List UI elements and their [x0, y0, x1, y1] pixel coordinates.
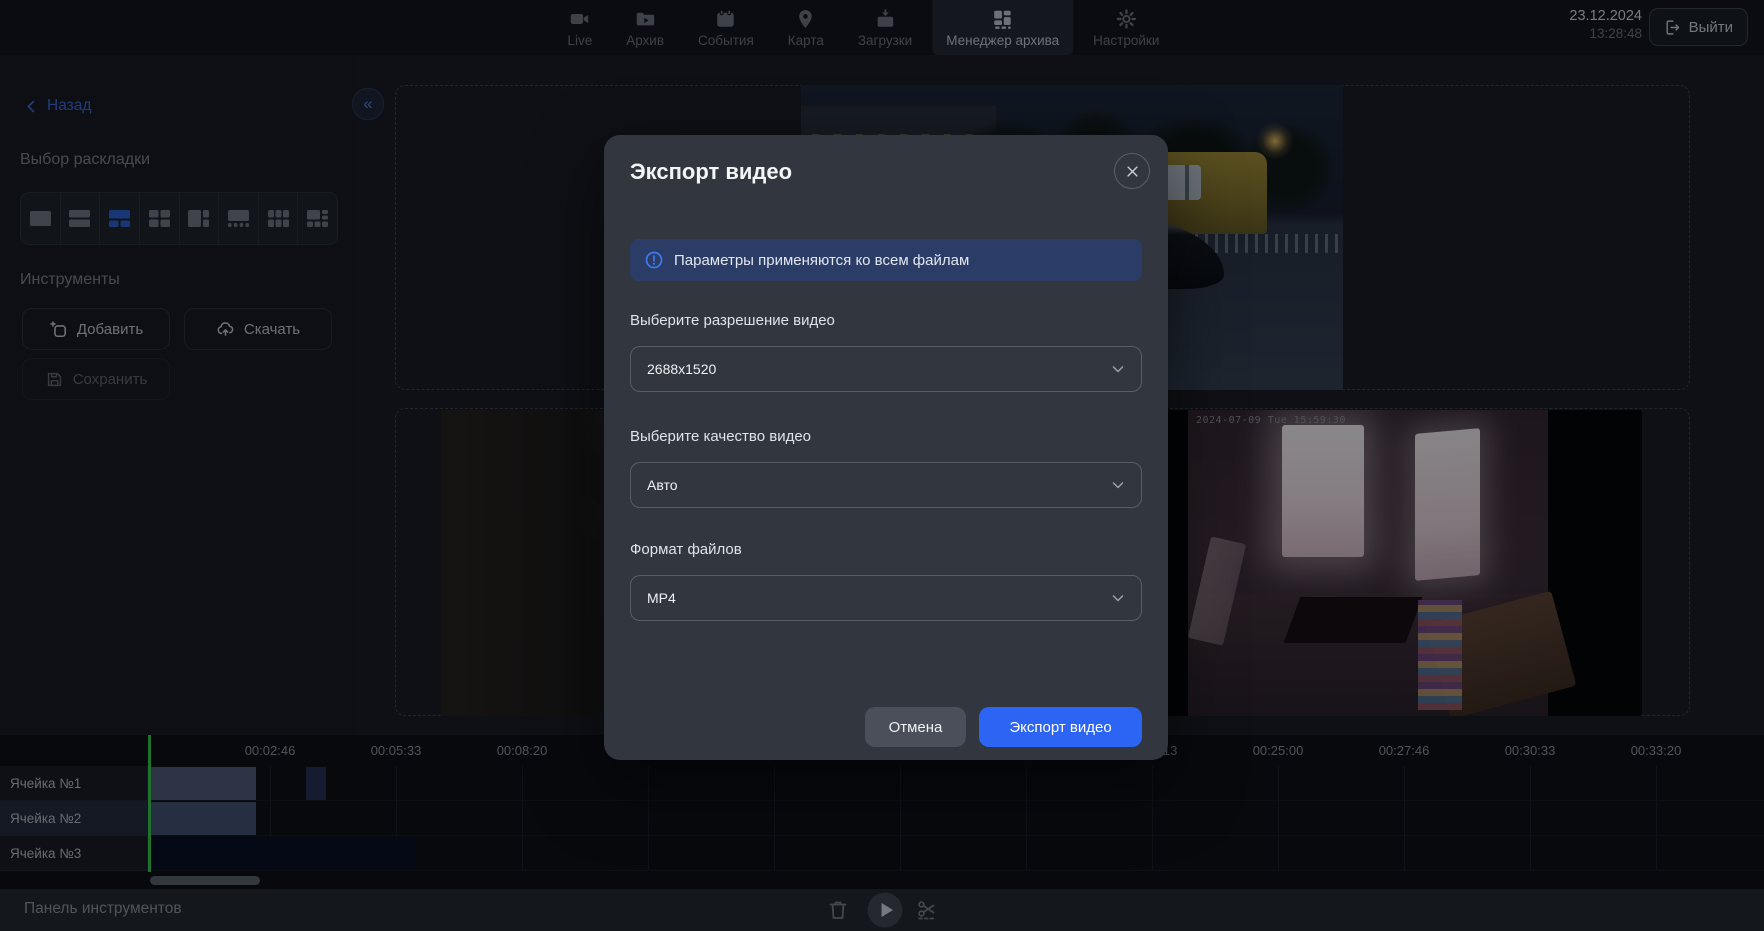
- chevron-down-icon: [1109, 589, 1127, 607]
- modal-field-group: Выберите разрешение видео2688x1520: [630, 312, 1142, 329]
- select-field-0[interactable]: 2688x1520: [630, 346, 1142, 392]
- field-label: Формат файлов: [630, 541, 1142, 558]
- chevron-down-icon: [1109, 360, 1127, 378]
- close-icon: [1125, 164, 1140, 179]
- select-field-2[interactable]: MP4: [630, 575, 1142, 621]
- info-icon: [644, 250, 664, 270]
- chevron-down-icon: [1109, 476, 1127, 494]
- cancel-button[interactable]: Отмена: [865, 707, 966, 747]
- select-value: MP4: [647, 590, 676, 606]
- select-field-1[interactable]: Авто: [630, 462, 1142, 508]
- modal-title: Экспорт видео: [630, 159, 792, 185]
- archive-manager-app: 2024-07-09 Tue 15:59:30 Назад Выбор раск…: [0, 0, 1764, 931]
- modal-field-group: Формат файловMP4: [630, 541, 1142, 558]
- export-video-modal: Экспорт видео Параметры применяются ко в…: [604, 135, 1168, 760]
- export-video-button[interactable]: Экспорт видео: [979, 707, 1142, 747]
- field-label: Выберите качество видео: [630, 428, 1142, 445]
- info-banner: Параметры применяются ко всем файлам: [630, 239, 1142, 281]
- select-value: 2688x1520: [647, 361, 716, 377]
- modal-close-button[interactable]: [1114, 153, 1150, 189]
- info-banner-text: Параметры применяются ко всем файлам: [674, 252, 969, 269]
- modal-field-group: Выберите качество видеоАвто: [630, 428, 1142, 445]
- select-value: Авто: [647, 477, 678, 493]
- field-label: Выберите разрешение видео: [630, 312, 1142, 329]
